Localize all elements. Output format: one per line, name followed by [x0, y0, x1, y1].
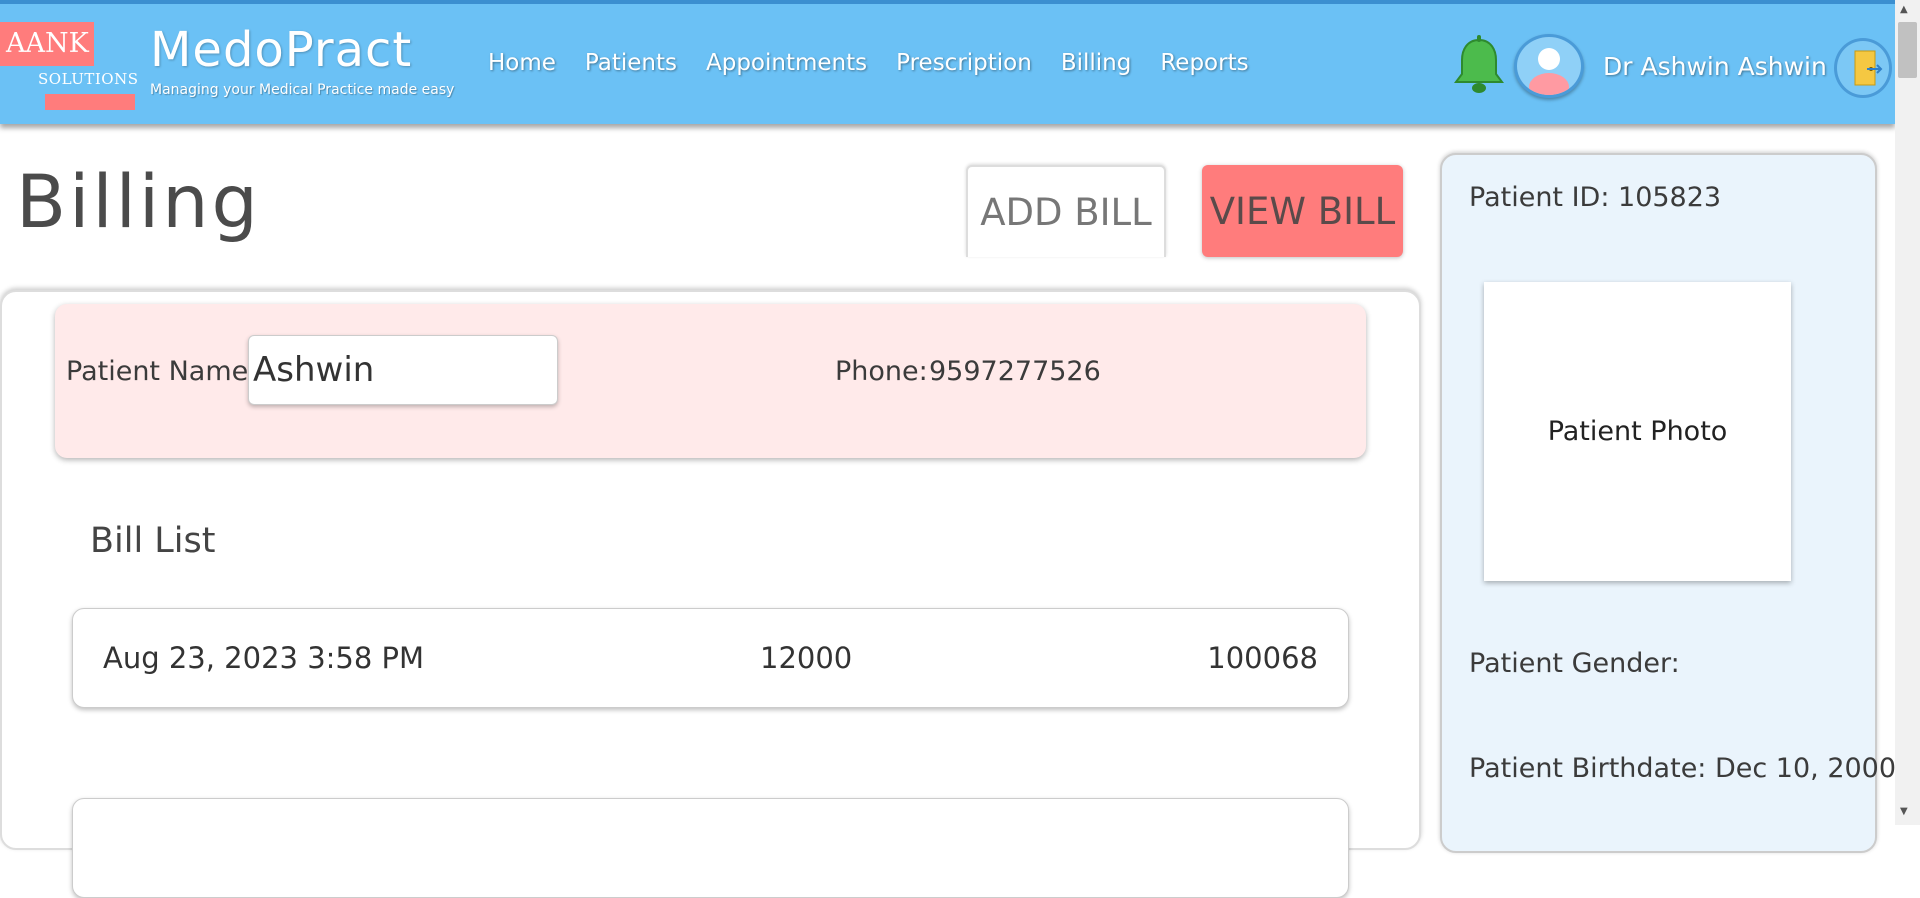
phone-value: 9597277526 [929, 356, 1101, 387]
bill-date: Aug 23, 2023 3:58 PM [103, 641, 425, 675]
top-navbar: AANK SOLUTIONS MedoPract Managing your M… [0, 0, 1895, 124]
doctor-name[interactable]: Dr Ashwin Ashwin [1603, 52, 1827, 81]
nav-patients[interactable]: Patients [585, 50, 677, 76]
patient-gender: Patient Gender: [1469, 648, 1680, 679]
bill-row[interactable] [72, 798, 1349, 898]
patient-photo[interactable]: Patient Photo [1484, 282, 1791, 581]
brand-name[interactable]: MedoPract [150, 22, 412, 78]
add-bill-tab[interactable]: ADD BILL [966, 165, 1166, 257]
nav-home[interactable]: Home [488, 50, 556, 76]
bill-amount: 12000 [760, 641, 853, 675]
logo-text-top: AANK [0, 22, 94, 66]
bill-id: 100068 [1207, 641, 1318, 675]
patient-id: Patient ID: 105823 [1469, 182, 1722, 213]
main-nav: Home Patients Appointments Prescription … [488, 50, 1278, 76]
logout-door-icon[interactable] [1834, 38, 1892, 98]
patient-name-input[interactable] [248, 335, 558, 405]
bill-row[interactable]: Aug 23, 2023 3:58 PM 12000 100068 [72, 608, 1349, 708]
nav-reports[interactable]: Reports [1160, 50, 1248, 76]
patient-name-label: Patient Name: [66, 356, 258, 387]
nav-billing[interactable]: Billing [1061, 50, 1132, 76]
phone-label: Phone: [835, 356, 928, 387]
nav-appointments[interactable]: Appointments [706, 50, 867, 76]
scrollbar-thumb[interactable] [1898, 22, 1917, 78]
scroll-down-arrow-icon[interactable]: ▼ [1900, 806, 1908, 817]
view-bill-button[interactable]: VIEW BILL [1202, 165, 1403, 257]
page-scrollbar[interactable] [1895, 0, 1920, 825]
logo-text-bottom: SOLUTIONS [38, 70, 139, 88]
nav-prescription[interactable]: Prescription [896, 50, 1032, 76]
bell-icon[interactable] [1452, 34, 1506, 98]
user-avatar-icon[interactable] [1514, 34, 1584, 98]
scroll-up-arrow-icon[interactable]: ▲ [1900, 4, 1908, 15]
company-logo[interactable]: AANK SOLUTIONS [0, 20, 139, 114]
bill-list-title: Bill List [90, 521, 216, 561]
brand-tagline: Managing your Medical Practice made easy [150, 82, 455, 98]
logo-bar [45, 94, 135, 110]
patient-birthdate: Patient Birthdate: Dec 10, 2000 [1469, 753, 1897, 784]
patient-photo-label: Patient Photo [1547, 416, 1728, 447]
page-title: Billing [16, 160, 261, 245]
